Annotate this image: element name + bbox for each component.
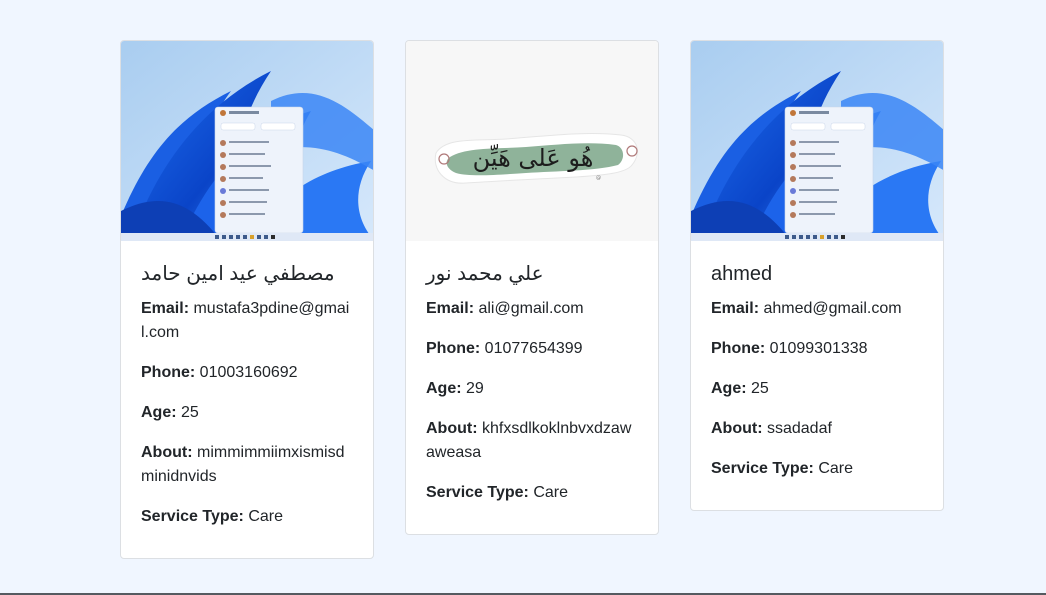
about-label: About: bbox=[711, 420, 763, 437]
service-type-value: Care bbox=[248, 508, 284, 525]
profile-name: ahmed bbox=[711, 263, 773, 285]
service-type-label: Service Type: bbox=[711, 460, 814, 477]
age-label: Age: bbox=[426, 380, 462, 397]
service-type-field: Service Type: Care bbox=[711, 457, 923, 481]
email-label: Email: bbox=[141, 300, 190, 317]
about-label: About: bbox=[141, 444, 193, 461]
age-value: 29 bbox=[466, 380, 484, 397]
service-type-label: Service Type: bbox=[426, 484, 529, 501]
service-type-value: Care bbox=[818, 460, 854, 477]
age-field: Age: 25 bbox=[711, 377, 923, 401]
profile-image-calligraphy-sticker: هُو عَلى هَيِّن @ bbox=[406, 41, 658, 241]
service-type-field: Service Type: Care bbox=[141, 505, 353, 529]
service-type-field: Service Type: Care bbox=[426, 481, 638, 505]
card-body: ahmed Email: ahmed@gmail.com Phone: 0109… bbox=[691, 241, 943, 510]
email-field: Email: mustafa3pdine@gmail.com bbox=[141, 297, 353, 345]
profile-card: هُو عَلى هَيِّن @ علي محمد نور Email: al… bbox=[405, 40, 659, 535]
card-body: مصطفي عيد امين حامد Email: mustafa3pdine… bbox=[121, 241, 373, 558]
age-field: Age: 29 bbox=[426, 377, 638, 401]
phone-field: Phone: 01077654399 bbox=[426, 337, 638, 361]
email-label: Email: bbox=[711, 300, 760, 317]
calligraphy-text: هُو عَلى هَيِّن bbox=[473, 143, 594, 172]
phone-field: Phone: 01099301338 bbox=[711, 337, 923, 361]
profile-name: مصطفي عيد امين حامد bbox=[141, 263, 335, 285]
profile-name: علي محمد نور bbox=[426, 263, 544, 285]
service-type-value: Care bbox=[533, 484, 569, 501]
profile-card-list: مصطفي عيد امين حامد Email: mustafa3pdine… bbox=[120, 40, 944, 559]
email-field: Email: ahmed@gmail.com bbox=[711, 297, 923, 321]
phone-label: Phone: bbox=[141, 364, 196, 381]
about-value: ssadadaf bbox=[766, 420, 832, 437]
age-value: 25 bbox=[751, 380, 769, 397]
profile-image-windows-wallpaper bbox=[121, 41, 373, 241]
phone-value: 01077654399 bbox=[484, 340, 583, 357]
service-type-label: Service Type: bbox=[141, 508, 244, 525]
card-body: علي محمد نور Email: ali@gmail.com Phone:… bbox=[406, 241, 658, 534]
email-label: Email: bbox=[426, 300, 475, 317]
email-value: ali@gmail.com bbox=[478, 300, 584, 317]
email-value: ahmed@gmail.com bbox=[763, 300, 902, 317]
phone-label: Phone: bbox=[426, 340, 481, 357]
age-label: Age: bbox=[141, 404, 177, 421]
age-value: 25 bbox=[181, 404, 199, 421]
about-label: About: bbox=[426, 420, 478, 437]
profile-card: ahmed Email: ahmed@gmail.com Phone: 0109… bbox=[690, 40, 944, 511]
about-field: About: khfxsdlkoklnbvxdzawaweasa bbox=[426, 417, 638, 465]
phone-label: Phone: bbox=[711, 340, 766, 357]
about-field: About: ssadadaf bbox=[711, 417, 923, 441]
svg-text:@: @ bbox=[596, 175, 601, 181]
profile-card: مصطفي عيد امين حامد Email: mustafa3pdine… bbox=[120, 40, 374, 559]
about-field: About: mimmimmiimxismisdminidnvids bbox=[141, 441, 353, 489]
age-field: Age: 25 bbox=[141, 401, 353, 425]
phone-value: 01099301338 bbox=[769, 340, 868, 357]
phone-field: Phone: 01003160692 bbox=[141, 361, 353, 385]
profile-image-windows-wallpaper bbox=[691, 41, 943, 241]
email-field: Email: ali@gmail.com bbox=[426, 297, 638, 321]
age-label: Age: bbox=[711, 380, 747, 397]
phone-value: 01003160692 bbox=[199, 364, 298, 381]
